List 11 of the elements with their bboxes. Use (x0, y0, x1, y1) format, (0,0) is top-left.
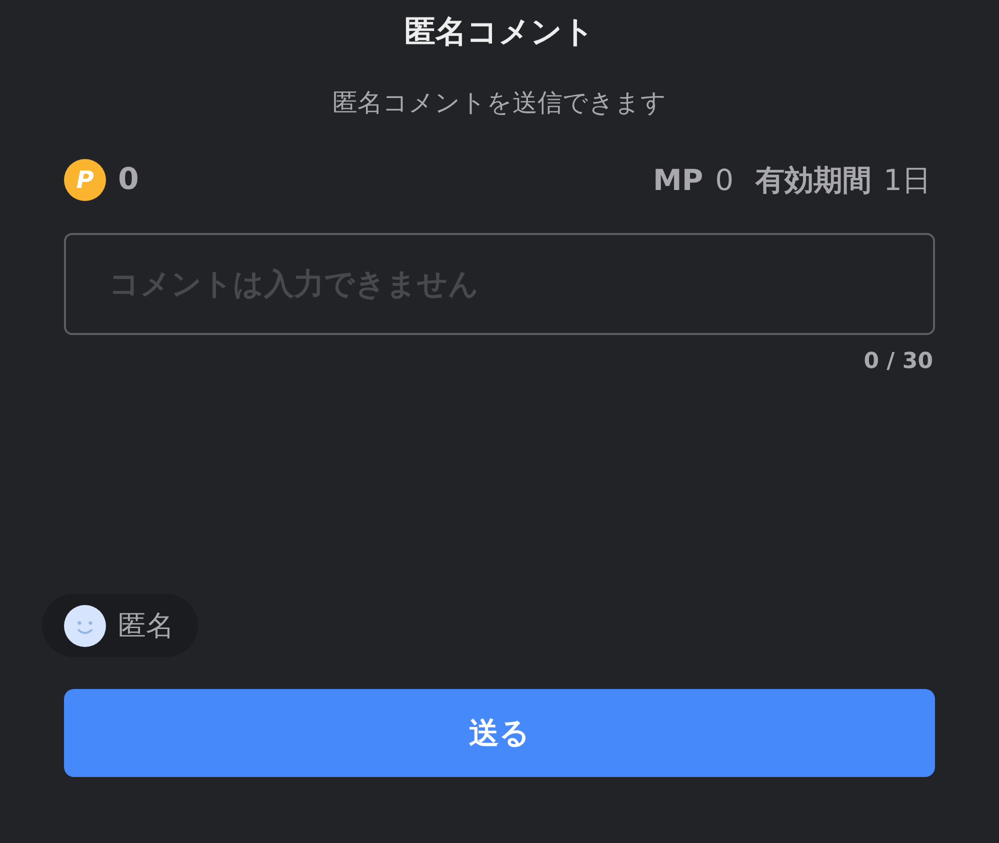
character-counter: 0 / 30 (864, 348, 933, 376)
coin-icon: P (64, 159, 106, 201)
validity-label: 有効期間 (756, 162, 872, 199)
smiley-avatar-icon (64, 604, 106, 646)
dialog-title: 匿名コメント (404, 13, 594, 52)
mp-value: 0 (715, 162, 734, 199)
mp-label: MP (652, 162, 704, 199)
identity-chip[interactable]: 匿名 (42, 594, 198, 657)
points-balance: 0 (118, 161, 139, 199)
validity-value: 1日 (884, 162, 931, 199)
dialog-subtitle: 匿名コメントを送信できます (332, 87, 666, 119)
